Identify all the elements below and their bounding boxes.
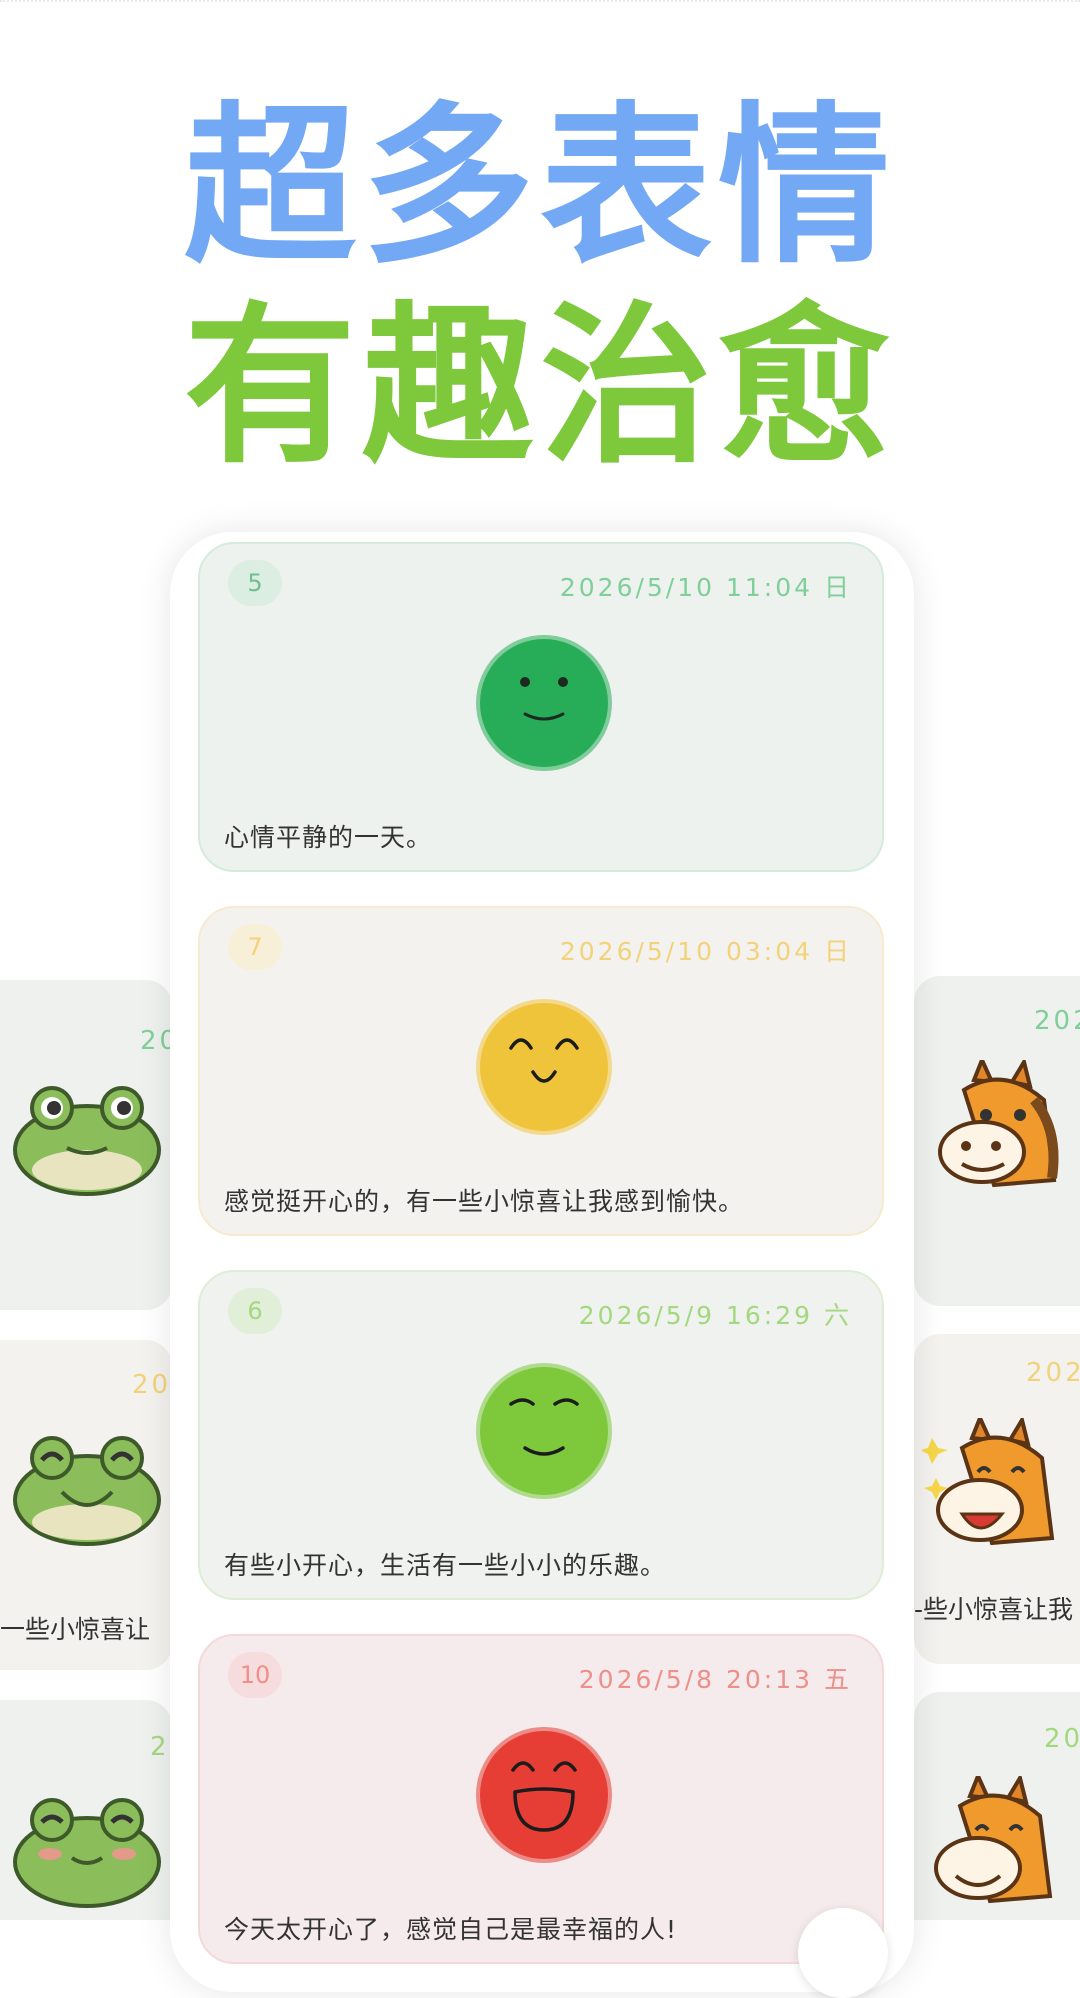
- top-divider: [0, 0, 1080, 5]
- laugh-face-icon: [476, 1727, 612, 1863]
- right-preview-date: 202: [1026, 1358, 1080, 1388]
- smile-face-icon: [476, 999, 612, 1135]
- entry-index-badge: 6: [228, 1288, 282, 1334]
- phone-mockup: 5 2026/5/10 11:04 日 心情平静的一天。 7 2026/5/10…: [170, 532, 914, 1998]
- headline-line1: 超多表情: [184, 86, 896, 287]
- horse-sticker-icon: [934, 1776, 1053, 1904]
- entry-note: 心情平静的一天。: [224, 823, 433, 852]
- left-preview-note: 一些小惊喜让: [0, 1615, 151, 1644]
- floating-action-button[interactable]: [798, 1908, 888, 1998]
- mood-entry-card[interactable]: 6 2026/5/9 16:29 六 有些小开心，生活有一些小小的乐趣。: [198, 1270, 884, 1600]
- right-preview-note: -些小惊喜让我: [914, 1595, 1074, 1624]
- right-preview-date: 20: [1044, 1724, 1080, 1754]
- left-preview-card-frog-happy: 20 一些小惊喜让: [0, 1340, 172, 1670]
- left-preview-date: 20: [132, 1370, 172, 1400]
- entry-index-badge: 5: [228, 560, 282, 606]
- right-preview-card-horse-calm: 202: [914, 976, 1080, 1306]
- entry-note: 今天太开心了，感觉自己是最幸福的人!: [224, 1915, 678, 1944]
- right-preview-column: 202 202 -些小惊喜让我 20: [914, 960, 1080, 1920]
- right-preview-card-horse-laugh: 20: [914, 1692, 1080, 1920]
- entry-date: 2026/5/10 11:04 日: [559, 573, 852, 602]
- entry-index-badge: 7: [228, 924, 282, 970]
- headline-line2: 有趣治愈: [184, 286, 896, 487]
- entry-date: 2026/5/10 03:04 日: [559, 937, 852, 966]
- calm-face-icon: [476, 635, 612, 771]
- entry-date: 2026/5/9 16:29 六: [578, 1301, 852, 1330]
- mood-entry-card[interactable]: 7 2026/5/10 03:04 日 感觉挺开心的，有一些小惊喜让我感到愉快。: [198, 906, 884, 1236]
- left-preview-date: 20: [140, 1026, 172, 1056]
- mood-entry-card[interactable]: 5 2026/5/10 11:04 日 心情平静的一天。: [198, 542, 884, 872]
- right-preview-card-horse-happy: 202 -些小惊喜让我: [914, 1334, 1080, 1664]
- mood-entry-card[interactable]: 10 2026/5/8 20:13 五 今天太开心了，感觉自己是最幸福的人!: [198, 1634, 884, 1964]
- entry-note: 感觉挺开心的，有一些小惊喜让我感到愉快。: [224, 1187, 745, 1216]
- content-face-icon: [476, 1363, 612, 1499]
- left-preview-card-frog-shy: 2: [0, 1700, 172, 1920]
- entry-note: 有些小开心，生活有一些小小的乐趣。: [224, 1551, 667, 1580]
- entry-index-badge: 10: [228, 1652, 282, 1698]
- frog-sticker-icon: [13, 1086, 161, 1196]
- horse-sticker-icon: [938, 1060, 1059, 1188]
- right-preview-date: 202: [1034, 1006, 1080, 1036]
- left-preview-card-frog-calm: 20: [0, 980, 172, 1310]
- left-preview-date: 2: [150, 1732, 170, 1762]
- left-preview-column: 20 20 一些小惊喜让 2: [0, 960, 172, 1920]
- entry-date: 2026/5/8 20:13 五: [578, 1665, 852, 1694]
- frog-sticker-icon: [13, 1798, 161, 1908]
- horse-sticker-icon: [922, 1418, 1055, 1546]
- frog-sticker-icon: [13, 1436, 161, 1546]
